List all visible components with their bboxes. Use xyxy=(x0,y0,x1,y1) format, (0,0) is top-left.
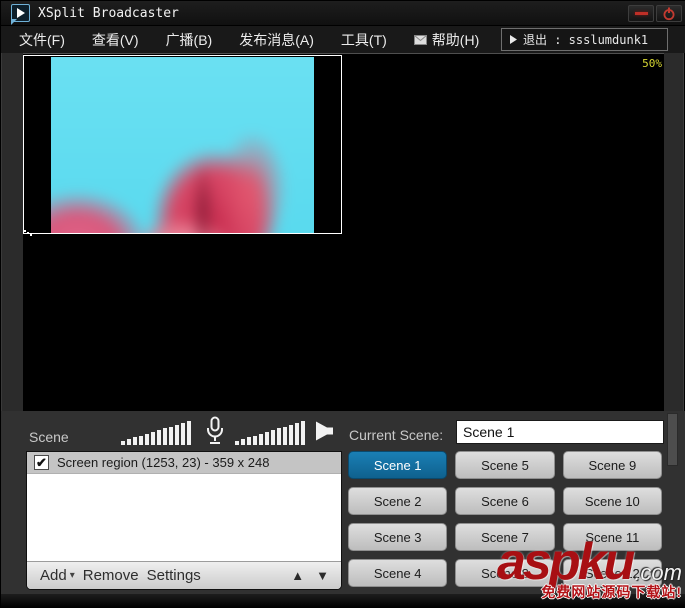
meter-bar xyxy=(235,441,239,445)
meter-bar xyxy=(253,436,257,445)
meter-bar xyxy=(241,439,245,445)
meter-bar xyxy=(181,423,185,445)
bottom-panel: Scene ✔ Screen region (1253, 23) - 359 x… xyxy=(1,411,685,594)
scene-button[interactable]: Scene 5 xyxy=(455,451,554,479)
add-source-button[interactable]: Add ▾ xyxy=(36,567,79,584)
meter-bar xyxy=(259,434,263,445)
scene-button[interactable]: Scene 12 xyxy=(563,559,662,587)
window-title: XSplit Broadcaster xyxy=(38,6,179,21)
menu-publish[interactable]: 发布消息(A) xyxy=(230,26,323,54)
chevron-down-icon: ▾ xyxy=(70,570,75,581)
meter-bar xyxy=(247,437,251,445)
meter-bar xyxy=(139,436,143,445)
preview-stage: 50% xyxy=(23,53,664,411)
meter-bar xyxy=(283,427,287,445)
check-icon: ✔ xyxy=(36,456,47,469)
meter-bar xyxy=(271,430,275,445)
scene-button[interactable]: Scene 4 xyxy=(348,559,447,587)
envelope-icon xyxy=(414,35,427,45)
microphone-icon[interactable] xyxy=(205,416,225,451)
app-logo-play-icon xyxy=(11,4,30,22)
meter-bar xyxy=(133,437,137,445)
exit-button[interactable]: 退出 : ssslumdunk1 xyxy=(501,28,668,51)
meter-bar xyxy=(145,434,149,445)
audio-meter xyxy=(235,418,305,445)
speaker-icon[interactable] xyxy=(314,420,336,447)
scene-button[interactable]: Scene 9 xyxy=(563,451,662,479)
remove-source-button[interactable]: Remove xyxy=(79,567,143,584)
menu-view[interactable]: 查看(V) xyxy=(83,26,148,54)
minimize-button[interactable] xyxy=(628,5,654,22)
meter-bar xyxy=(121,441,125,445)
settings-button[interactable]: Settings xyxy=(143,567,205,584)
current-scene-label: Current Scene: xyxy=(349,427,443,443)
source-item-label: Screen region (1253, 23) - 359 x 248 xyxy=(57,455,269,470)
meter-bar xyxy=(127,439,131,445)
source-toolbar: Add ▾ Remove Settings ▲ ▼ xyxy=(27,561,341,589)
source-video-thumbnail xyxy=(51,57,314,233)
scene-button[interactable]: Scene 2 xyxy=(348,487,447,515)
scene-button[interactable]: Scene 3 xyxy=(348,523,447,551)
meter-bar xyxy=(265,432,269,445)
meter-bar xyxy=(277,428,281,445)
resize-handle[interactable] xyxy=(24,230,26,232)
move-down-button[interactable]: ▼ xyxy=(316,568,329,583)
scene-grid: Scene 1 Scene 2 Scene 3 Scene 4 Scene 5 Scene… xyxy=(348,451,662,588)
window-bottom-border xyxy=(1,594,685,608)
zoom-level-label: 50% xyxy=(642,57,662,70)
minimize-icon xyxy=(635,12,648,15)
current-scene-input[interactable] xyxy=(456,420,664,444)
meter-bar xyxy=(157,430,161,445)
power-icon xyxy=(662,7,676,21)
scene-button[interactable]: Scene 10 xyxy=(563,487,662,515)
menu-file[interactable]: 文件(F) xyxy=(10,26,74,54)
scene-button[interactable]: Scene 6 xyxy=(455,487,554,515)
meter-bar xyxy=(151,432,155,445)
source-list: ✔ Screen region (1253, 23) - 359 x 248 A… xyxy=(26,451,342,590)
scene-button[interactable]: Scene 7 xyxy=(455,523,554,551)
close-button[interactable] xyxy=(656,5,682,22)
scrollbar[interactable] xyxy=(667,413,678,466)
scene-button[interactable]: Scene 11 xyxy=(563,523,662,551)
scene-section-label: Scene xyxy=(29,429,69,445)
meter-bar xyxy=(295,423,299,445)
meter-bar xyxy=(163,428,167,445)
menubar: 文件(F) 查看(V) 广播(B) 发布消息(A) 工具(T) 帮助(H) 退出… xyxy=(1,26,685,53)
titlebar: XSplit Broadcaster xyxy=(1,1,685,26)
meter-bar xyxy=(187,421,191,445)
scene-button[interactable]: Scene 8 xyxy=(455,559,554,587)
scene-button[interactable]: Scene 1 xyxy=(348,451,447,479)
menu-help[interactable]: 帮助(H) xyxy=(405,26,488,54)
move-up-button[interactable]: ▲ xyxy=(291,568,304,583)
app-window: XSplit Broadcaster 文件(F) 查看(V) 广播(B) 发布消… xyxy=(0,0,685,607)
meter-bar xyxy=(175,425,179,445)
source-region-frame[interactable] xyxy=(23,55,342,234)
meter-bar xyxy=(301,421,305,445)
meter-bar xyxy=(289,425,293,445)
source-list-item[interactable]: ✔ Screen region (1253, 23) - 359 x 248 xyxy=(27,452,341,474)
audio-meter xyxy=(121,418,191,445)
source-checkbox[interactable]: ✔ xyxy=(34,455,49,470)
menu-broadcast[interactable]: 广播(B) xyxy=(157,26,222,54)
menu-tools[interactable]: 工具(T) xyxy=(332,26,396,54)
play-icon xyxy=(510,35,517,44)
meter-bar xyxy=(169,427,173,445)
